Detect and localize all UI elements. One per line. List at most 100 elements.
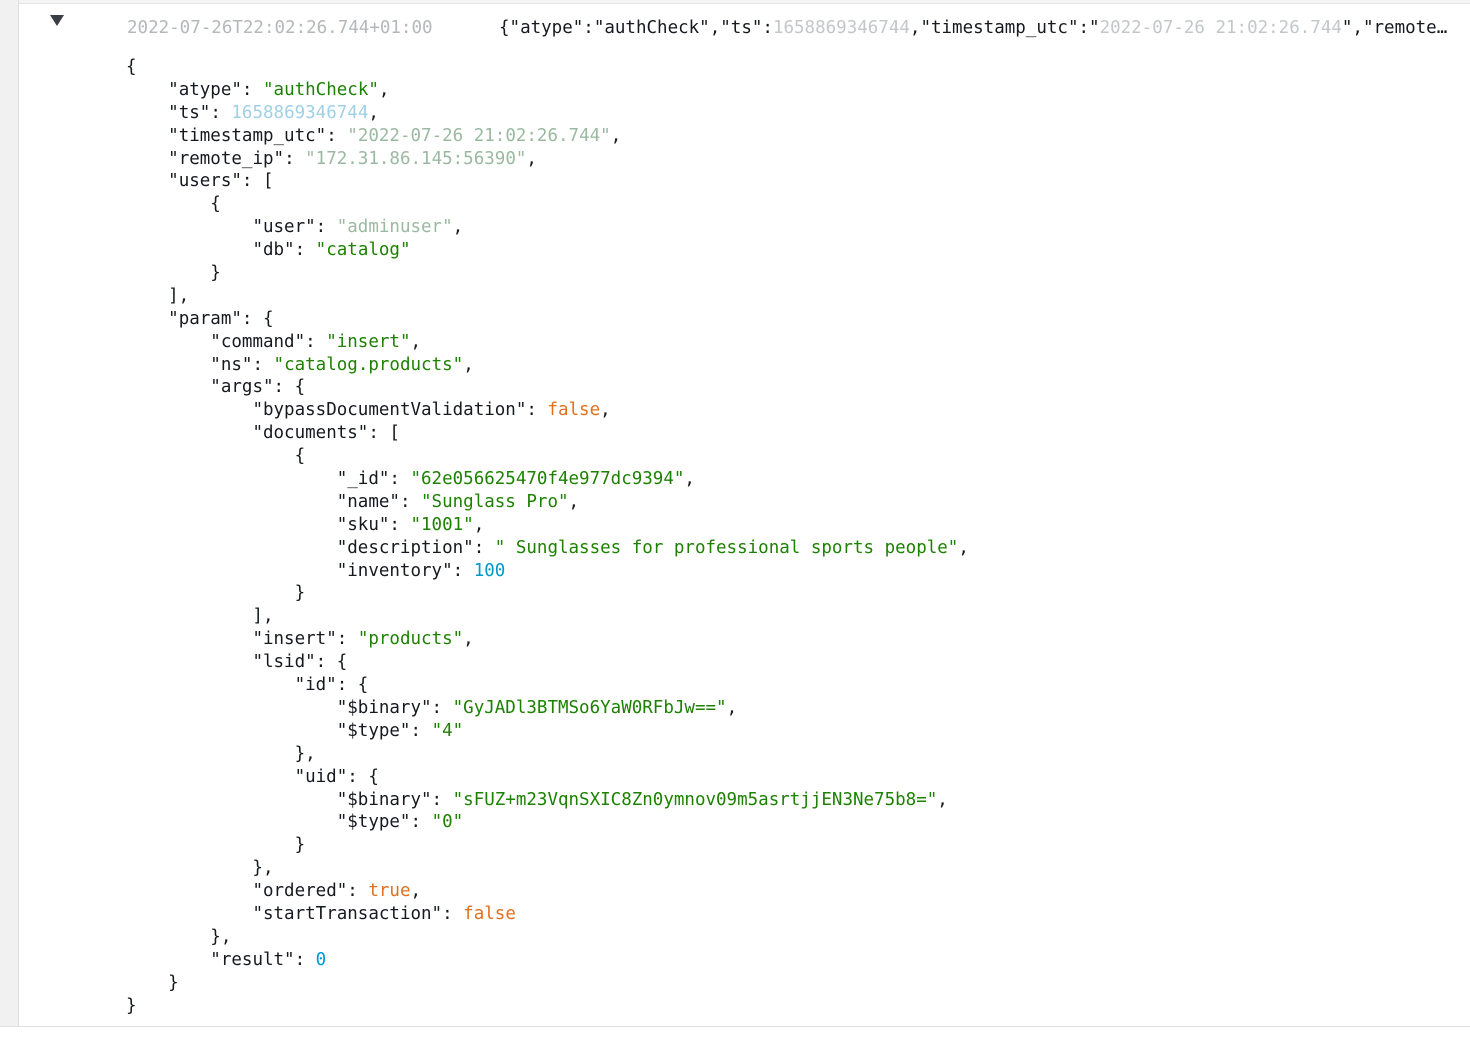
json-line: "user": "adminuser",: [252, 217, 464, 238]
json-line: "name": "Sunglass Pro",: [336, 491, 580, 512]
caret-down-icon[interactable]: [50, 15, 64, 26]
event-message: {"atype":"authCheck","ts":1658869346744,…: [499, 17, 1455, 39]
json-key: "param": [168, 308, 242, 329]
json-line: }: [126, 995, 137, 1016]
json-string: "172.31.86.145:56390": [305, 148, 527, 169]
json-string: " Sunglasses for professional sports peo…: [494, 537, 959, 558]
json-line: "documents": [: [252, 423, 400, 444]
json-key: "users": [168, 171, 242, 192]
json-string: "2022-07-26 21:02:26.744": [347, 125, 611, 146]
json-key: "db": [252, 240, 295, 261]
json-line: "bypassDocumentValidation": false,: [252, 400, 611, 421]
json-string: "GyJADl3BTMSo6YaW0RFbJw==": [452, 697, 727, 718]
json-key: "command": [210, 331, 306, 352]
json-line: "timestamp_utc": "2022-07-26 21:02:26.74…: [168, 125, 622, 146]
message-ts: 1658869346744: [772, 18, 910, 38]
json-key: "$binary": [336, 789, 432, 810]
json-boolean: false: [463, 903, 516, 924]
json-string: "62e056625470f4e977dc9394": [410, 469, 685, 490]
json-key: "description": [336, 537, 474, 558]
json-line: "description": " Sunglasses for professi…: [336, 537, 969, 558]
json-line: {: [126, 57, 137, 77]
json-string: "Sunglass Pro": [421, 491, 569, 512]
json-line: }: [126, 835, 306, 856]
json-line: "$type": "4": [336, 720, 464, 741]
json-line: }: [126, 263, 221, 284]
json-number: 0: [315, 949, 327, 970]
message-suffix: ","remote_i…: [1341, 18, 1455, 38]
bottom-divider: [0, 1026, 1470, 1027]
json-line: "args": {: [210, 377, 306, 398]
json-line: "ns": "catalog.products",: [210, 354, 474, 375]
json-line: "$binary": "sFUZ+m23VqnSXIC8Zn0ymnov09m5…: [336, 789, 948, 810]
message-timestamp-utc: 2022-07-26 21:02:26.744: [1099, 18, 1342, 38]
json-key: "remote_ip": [168, 148, 285, 169]
json-string: "insert": [326, 331, 411, 352]
json-key: "inventory": [336, 560, 453, 581]
json-string: "adminuser": [336, 217, 453, 238]
json-boolean: true: [368, 881, 411, 902]
json-key: "result": [210, 949, 295, 970]
json-line: "remote_ip": "172.31.86.145:56390",: [168, 148, 537, 169]
json-key: "$binary": [336, 697, 432, 718]
left-gutter: [0, 0, 19, 1026]
json-key: "id": [294, 675, 337, 696]
json-key: "sku": [336, 514, 390, 535]
json-number: 100: [473, 560, 506, 581]
json-string: "catalog.products": [273, 354, 464, 375]
json-key: "atype": [168, 79, 242, 100]
json-key: "user": [252, 217, 316, 238]
json-line: {: [126, 194, 221, 215]
json-key: "_id": [336, 469, 390, 490]
json-line: "atype": "authCheck",: [168, 79, 390, 100]
json-key: "ts": [168, 102, 211, 123]
json-key: "documents": [252, 423, 369, 444]
json-line: ],: [126, 285, 190, 306]
json-string: "4": [431, 720, 464, 741]
json-string: "products": [357, 629, 464, 650]
json-key: "ns": [210, 354, 253, 375]
json-line: "users": [: [168, 171, 274, 192]
json-key: "lsid": [252, 652, 316, 673]
json-line: "result": 0: [210, 949, 327, 970]
json-line: "$type": "0": [336, 812, 464, 833]
json-string: "catalog": [315, 240, 411, 261]
json-string: "0": [431, 812, 464, 833]
json-key: "name": [336, 491, 400, 512]
json-line: "ordered": true,: [252, 881, 422, 902]
json-line: "_id": "62e056625470f4e977dc9394",: [336, 469, 695, 490]
json-line: "ts": 1658869346744,: [168, 102, 379, 123]
json-line: },: [126, 926, 232, 947]
json-line: "command": "insert",: [210, 331, 422, 352]
json-detail-view: { "atype": "authCheck", "ts": 1658869346…: [126, 56, 1456, 1017]
json-key: "$type": [336, 812, 411, 833]
json-line: "uid": {: [294, 766, 379, 787]
message-prefix: {"atype":"authCheck","ts":: [499, 18, 773, 38]
json-line: "id": {: [294, 675, 369, 696]
message-mid: ,"timestamp_utc":": [909, 18, 1100, 38]
json-line: "db": "catalog": [252, 240, 411, 261]
json-key: "ordered": [252, 881, 348, 902]
json-line: "startTransaction": false: [252, 903, 516, 924]
json-string: "sFUZ+m23VqnSXIC8Zn0ymnov09m5asrtjjEN3Ne…: [452, 789, 938, 810]
json-line: }: [126, 583, 306, 604]
json-line: "$binary": "GyJADl3BTMSo6YaW0RFbJw==",: [336, 697, 738, 718]
json-string: "authCheck": [263, 79, 379, 100]
json-boolean: false: [547, 400, 601, 421]
json-line: },: [126, 858, 274, 879]
json-line: "param": {: [168, 308, 274, 329]
json-key: "insert": [252, 629, 337, 650]
json-key: "bypassDocumentValidation": [252, 400, 527, 421]
json-line: "lsid": {: [252, 652, 348, 673]
json-key: "startTransaction": [252, 903, 443, 924]
json-line: "sku": "1001",: [336, 514, 485, 535]
json-string: "1001": [410, 514, 474, 535]
json-key: "uid": [294, 766, 348, 787]
json-line: },: [126, 743, 316, 764]
json-line: "inventory": 100: [336, 560, 506, 581]
json-line: ],: [126, 606, 274, 627]
log-event-row[interactable]: 2022-07-26T22:02:26.744+01:00 {"atype":"…: [19, 4, 1470, 48]
json-key: "args": [210, 377, 274, 398]
json-key: "timestamp_utc": [168, 125, 327, 146]
json-line: }: [126, 972, 179, 993]
